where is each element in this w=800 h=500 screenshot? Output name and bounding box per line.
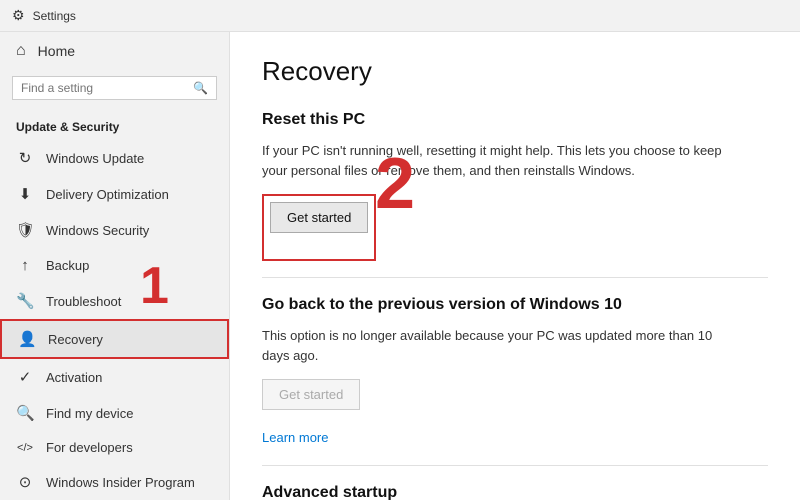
learn-more-link[interactable]: Learn more <box>262 430 768 445</box>
sidebar-item-troubleshoot[interactable]: 🔧 Troubleshoot <box>0 283 229 319</box>
titlebar-title: Settings <box>33 9 76 23</box>
sidebar-item-label: For developers <box>46 440 133 455</box>
sidebar-item-label: Windows Security <box>46 223 149 238</box>
sidebar-item-recovery[interactable]: 👤 Recovery <box>0 319 229 359</box>
delivery-optimization-icon: ⬇ <box>16 185 34 203</box>
sidebar-home-label: Home <box>38 43 75 59</box>
titlebar: ⚙ Settings <box>0 0 800 32</box>
reset-pc-get-started-button[interactable]: Get started <box>270 202 368 233</box>
search-input[interactable] <box>21 81 193 95</box>
sidebar-search-box[interactable]: 🔍 <box>12 76 217 100</box>
divider-2 <box>262 465 768 466</box>
sidebar-item-label: Find my device <box>46 406 133 421</box>
sidebar-item-windows-security[interactable]: 🛡 Windows Security <box>0 212 229 248</box>
sidebar-item-label: Windows Update <box>46 151 144 166</box>
search-icon: 🔍 <box>193 81 208 95</box>
main-content: Recovery Reset this PC If your PC isn't … <box>230 32 800 500</box>
sidebar: ⌂ Home 🔍 Update & Security ↻ Windows Upd… <box>0 32 230 500</box>
sidebar-item-label: Windows Insider Program <box>46 475 195 490</box>
sidebar-item-label: Recovery <box>48 332 103 347</box>
windows-update-icon: ↻ <box>16 149 34 167</box>
sidebar-item-for-developers[interactable]: </> For developers <box>0 431 229 464</box>
windows-security-icon: 🛡 <box>16 221 34 239</box>
divider-1 <box>262 277 768 278</box>
backup-icon: ↑ <box>16 257 34 274</box>
go-back-get-started-button: Get started <box>262 379 360 410</box>
section-go-back: Go back to the previous version of Windo… <box>262 296 768 445</box>
go-back-desc: This option is no longer available becau… <box>262 326 742 365</box>
sidebar-item-delivery-optimization[interactable]: ⬇ Delivery Optimization <box>0 176 229 212</box>
sidebar-item-label: Troubleshoot <box>46 294 121 309</box>
sidebar-item-label: Activation <box>46 370 102 385</box>
settings-icon: ⚙ <box>12 7 25 24</box>
sidebar-item-home[interactable]: ⌂ Home <box>0 32 229 70</box>
sidebar-item-activation[interactable]: ✓ Activation <box>0 359 229 395</box>
developers-icon: </> <box>16 442 34 454</box>
sidebar-item-windows-insider[interactable]: ⊙ Windows Insider Program <box>0 464 229 500</box>
get-started-box: Get started <box>262 194 376 261</box>
recovery-icon: 👤 <box>18 330 36 348</box>
section-reset-pc: Reset this PC If your PC isn't running w… <box>262 111 768 267</box>
sidebar-item-backup[interactable]: ↑ Backup <box>0 248 229 283</box>
page-title: Recovery <box>262 56 768 87</box>
home-icon: ⌂ <box>16 42 26 60</box>
reset-pc-desc: If your PC isn't running well, resetting… <box>262 141 742 180</box>
sidebar-section-title: Update & Security <box>0 112 229 140</box>
reset-pc-title: Reset this PC <box>262 111 768 129</box>
sidebar-item-label: Delivery Optimization <box>46 187 169 202</box>
advanced-startup-title: Advanced startup <box>262 484 768 500</box>
activation-icon: ✓ <box>16 368 34 386</box>
go-back-title: Go back to the previous version of Windo… <box>262 296 768 314</box>
find-device-icon: 🔍 <box>16 404 34 422</box>
sidebar-item-find-my-device[interactable]: 🔍 Find my device <box>0 395 229 431</box>
section-advanced-startup: Advanced startup Start up from a device … <box>262 484 768 500</box>
sidebar-item-label: Backup <box>46 258 89 273</box>
windows-insider-icon: ⊙ <box>16 473 34 491</box>
sidebar-item-windows-update[interactable]: ↻ Windows Update <box>0 140 229 176</box>
troubleshoot-icon: 🔧 <box>16 292 34 310</box>
